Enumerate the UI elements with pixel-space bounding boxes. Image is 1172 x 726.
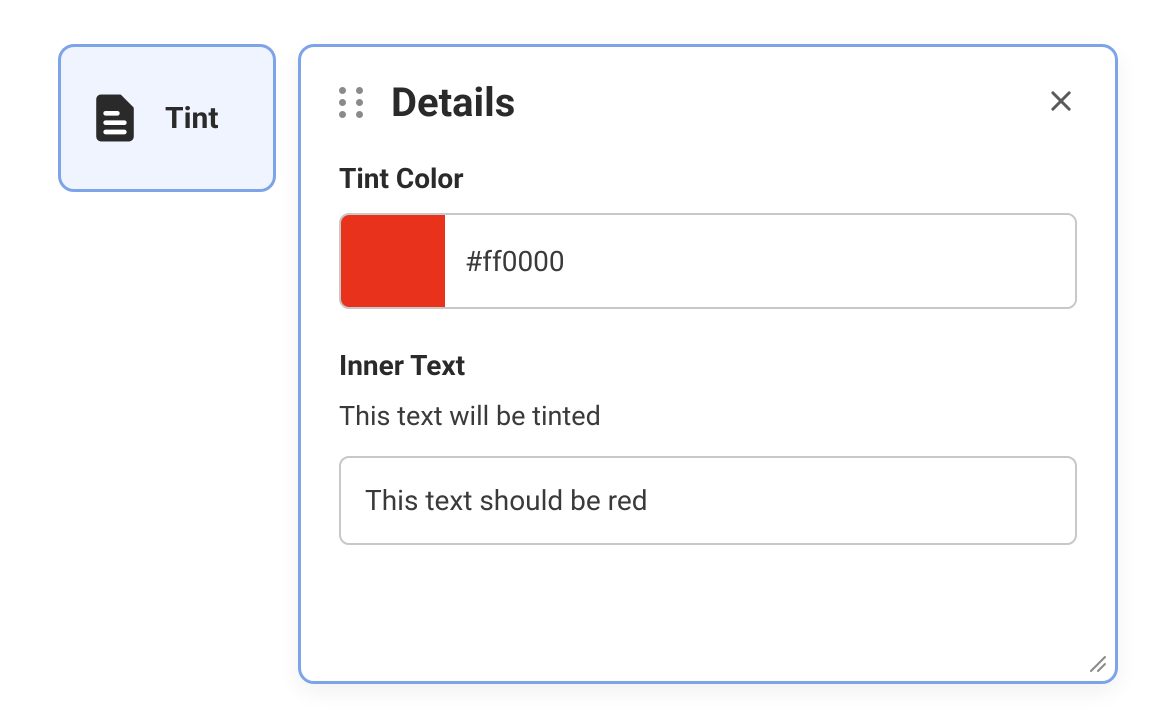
- panel-header: Details: [339, 79, 1077, 126]
- resize-icon: [1087, 658, 1107, 677]
- color-swatch[interactable]: [341, 215, 445, 307]
- inner-text-description: This text will be tinted: [339, 400, 1077, 432]
- inner-text-label: Inner Text: [339, 349, 1077, 382]
- close-icon: [1047, 87, 1075, 119]
- tint-node[interactable]: Tint: [58, 44, 276, 192]
- panel-title: Details: [391, 79, 1021, 126]
- tint-color-field: Tint Color: [339, 162, 1077, 309]
- close-button[interactable]: [1045, 87, 1077, 119]
- color-input-wrapper: [339, 213, 1077, 309]
- drag-handle-icon[interactable]: [339, 89, 367, 117]
- color-hex-input[interactable]: [445, 215, 1075, 307]
- inner-text-input[interactable]: [339, 456, 1077, 545]
- details-panel: Details Tint Color Inner Text This text …: [298, 44, 1118, 684]
- resize-handle[interactable]: [1087, 653, 1107, 673]
- tint-color-label: Tint Color: [339, 162, 1077, 195]
- document-icon: [87, 90, 143, 146]
- node-label: Tint: [165, 101, 219, 136]
- inner-text-field: Inner Text This text will be tinted: [339, 349, 1077, 545]
